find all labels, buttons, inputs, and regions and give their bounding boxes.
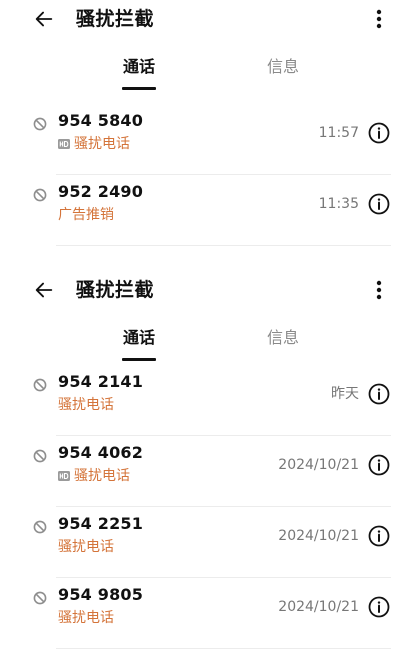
call-info-button[interactable] bbox=[367, 121, 391, 145]
app-bar: 骚扰拦截 bbox=[0, 271, 417, 311]
block-icon bbox=[33, 117, 47, 131]
blocked-calls-list: 954 5840 骚扰电话 11:57 952 2490 广告推销 11:35 bbox=[0, 94, 417, 246]
info-icon bbox=[368, 193, 390, 215]
tab-calls[interactable]: 通话 bbox=[99, 48, 179, 86]
call-time: 2024/10/21 bbox=[278, 599, 359, 615]
hd-icon bbox=[58, 471, 70, 481]
active-tab-indicator bbox=[122, 358, 156, 361]
call-time: 2024/10/21 bbox=[278, 528, 359, 544]
tab-bar: 通话 信息 bbox=[0, 40, 417, 94]
page-title: 骚扰拦截 bbox=[76, 8, 155, 30]
call-list-item[interactable]: 954 2251 骚扰电话 2024/10/21 bbox=[0, 507, 417, 578]
call-info-button[interactable] bbox=[367, 524, 391, 548]
call-time: 11:35 bbox=[318, 196, 359, 212]
call-list-item[interactable]: 954 2141 骚扰电话 昨天 bbox=[0, 365, 417, 436]
call-list-item[interactable]: 954 5840 骚扰电话 11:57 bbox=[0, 104, 417, 175]
row-divider bbox=[56, 245, 391, 246]
blocked-calls-list: 954 2141 骚扰电话 昨天 954 4062 骚扰电话 2024/10/21 954 … bbox=[0, 365, 417, 649]
call-tag: 骚扰电话 bbox=[58, 608, 114, 628]
info-icon bbox=[368, 525, 390, 547]
arrow-left-icon bbox=[35, 282, 53, 298]
call-tag-label: 骚扰电话 bbox=[58, 397, 114, 413]
call-tag: 骚扰电话 bbox=[58, 395, 114, 415]
tab-messages[interactable]: 信息 bbox=[243, 319, 323, 357]
call-info-button[interactable] bbox=[367, 453, 391, 477]
call-tag: 骚扰电话 bbox=[58, 466, 130, 486]
back-button[interactable] bbox=[28, 274, 60, 306]
phone-number: 954 9805 bbox=[58, 585, 144, 604]
block-icon bbox=[33, 188, 47, 202]
info-icon bbox=[368, 454, 390, 476]
call-list-item[interactable]: 954 4062 骚扰电话 2024/10/21 bbox=[0, 436, 417, 507]
back-button[interactable] bbox=[28, 3, 60, 35]
phone-number: 954 2141 bbox=[58, 372, 144, 391]
phone-number: 954 2251 bbox=[58, 514, 144, 533]
info-icon bbox=[368, 122, 390, 144]
page-title: 骚扰拦截 bbox=[76, 279, 155, 301]
call-tag: 骚扰电话 bbox=[58, 134, 130, 154]
arrow-left-icon bbox=[35, 11, 53, 27]
call-time: 2024/10/21 bbox=[278, 457, 359, 473]
more-options-button[interactable] bbox=[363, 274, 395, 306]
more-vertical-icon bbox=[376, 280, 382, 300]
phone-number: 954 5840 bbox=[58, 111, 144, 130]
call-tag: 骚扰电话 bbox=[58, 537, 114, 557]
call-info-button[interactable] bbox=[367, 192, 391, 216]
call-time: 11:57 bbox=[318, 125, 359, 141]
phone-number: 954 4062 bbox=[58, 443, 144, 462]
call-list-item[interactable]: 952 2490 广告推销 11:35 bbox=[0, 175, 417, 246]
block-icon bbox=[33, 449, 47, 463]
block-icon bbox=[33, 378, 47, 392]
call-info-button[interactable] bbox=[367, 382, 391, 406]
call-list-item[interactable]: 954 9805 骚扰电话 2024/10/21 bbox=[0, 578, 417, 649]
call-info-button[interactable] bbox=[367, 595, 391, 619]
hd-icon bbox=[58, 139, 70, 149]
info-icon bbox=[368, 383, 390, 405]
more-options-button[interactable] bbox=[363, 3, 395, 35]
more-vertical-icon bbox=[376, 9, 382, 29]
block-icon bbox=[33, 591, 47, 605]
active-tab-indicator bbox=[122, 87, 156, 90]
call-block-screen-2: 骚扰拦截 通话 信息 954 2141 骚扰电话 昨天 954 4062 骚扰电话 202… bbox=[0, 271, 417, 649]
call-tag-label: 骚扰电话 bbox=[74, 468, 130, 484]
call-tag-label: 骚扰电话 bbox=[58, 610, 114, 626]
call-block-screen-1: 骚扰拦截 通话 信息 954 5840 骚扰电话 11:57 952 2490 广告推销… bbox=[0, 0, 417, 262]
app-bar: 骚扰拦截 bbox=[0, 0, 417, 40]
tab-messages[interactable]: 信息 bbox=[243, 48, 323, 86]
phone-number: 952 2490 bbox=[58, 182, 144, 201]
tab-calls[interactable]: 通话 bbox=[99, 319, 179, 357]
call-tag-label: 骚扰电话 bbox=[74, 136, 130, 152]
call-tag-label: 广告推销 bbox=[58, 207, 114, 223]
call-tag-label: 骚扰电话 bbox=[58, 539, 114, 555]
info-icon bbox=[368, 596, 390, 618]
call-tag: 广告推销 bbox=[58, 205, 114, 225]
call-time: 昨天 bbox=[331, 386, 359, 402]
block-icon bbox=[33, 520, 47, 534]
tab-bar: 通话 信息 bbox=[0, 311, 417, 365]
